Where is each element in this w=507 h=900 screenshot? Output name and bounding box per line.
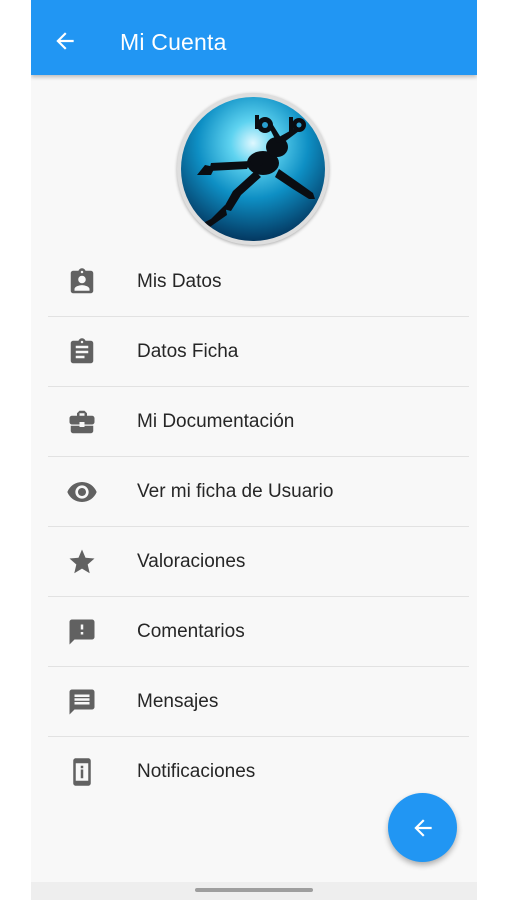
system-navigation-bar [31, 882, 477, 900]
scuba-diver-photo [181, 97, 325, 241]
message-icon [66, 686, 98, 718]
menu-item-label: Comentarios [137, 621, 245, 642]
arrow-left-icon [56, 32, 74, 50]
menu-item-label: Ver mi ficha de Usuario [137, 481, 334, 502]
home-gesture-handle[interactable] [195, 888, 313, 892]
menu-item-label: Mis Datos [137, 271, 222, 292]
menu-item-label: Valoraciones [137, 551, 246, 572]
back-button[interactable] [51, 27, 79, 55]
page-title: Mi Cuenta [120, 29, 227, 55]
briefcase-icon [66, 406, 98, 438]
menu-item-valoraciones[interactable]: Valoraciones [48, 527, 469, 597]
menu-item-mis-datos[interactable]: Mis Datos [48, 247, 469, 317]
menu-item-ver-ficha[interactable]: Ver mi ficha de Usuario [48, 457, 469, 527]
arrow-left-icon [413, 818, 432, 837]
menu-item-label: Mensajes [137, 691, 219, 712]
menu-item-datos-ficha[interactable]: Datos Ficha [48, 317, 469, 387]
account-menu: Mis Datos Datos Ficha Mi Documentación V… [48, 247, 469, 806]
star-icon [66, 546, 98, 578]
menu-item-notificaciones[interactable]: Notificaciones [48, 737, 469, 806]
clipboard-icon [66, 336, 98, 368]
menu-item-label: Notificaciones [137, 761, 256, 782]
menu-item-comentarios[interactable]: Comentarios [48, 597, 469, 667]
menu-item-mensajes[interactable]: Mensajes [48, 667, 469, 737]
app-screen: Mi Cuenta Mis Datos Datos Ficha Mi Docum… [31, 0, 477, 900]
info-device-icon [66, 756, 98, 788]
menu-item-label: Mi Documentación [137, 411, 295, 432]
feedback-icon [66, 616, 98, 648]
eye-icon [66, 476, 98, 508]
menu-item-label: Datos Ficha [137, 341, 239, 362]
avatar[interactable] [177, 93, 329, 245]
back-fab[interactable] [388, 793, 457, 862]
account-box-icon [66, 266, 98, 298]
menu-item-mi-documentacion[interactable]: Mi Documentación [48, 387, 469, 457]
app-bar: Mi Cuenta [31, 0, 477, 75]
